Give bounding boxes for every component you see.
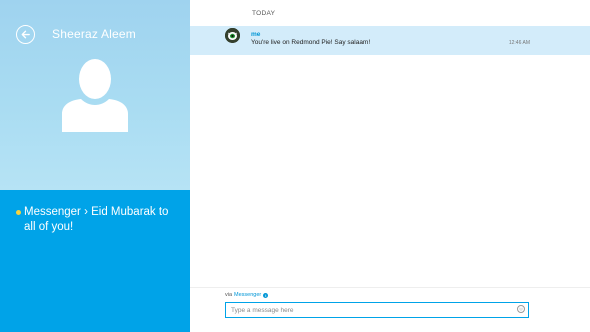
- sender-avatar: [225, 28, 240, 43]
- compose-divider: [190, 287, 590, 288]
- person-silhouette-icon: [62, 59, 128, 132]
- message-text: You're live on Redmond Pie! Say salaam!: [251, 39, 371, 46]
- emoticon-button[interactable]: [517, 305, 525, 313]
- profile-header: Sheeraz Aleem: [0, 0, 190, 190]
- message-sender: me: [251, 31, 261, 38]
- smiley-icon: [519, 307, 523, 311]
- message-row[interactable]: me You're live on Redmond Pie! Say salaa…: [190, 26, 590, 55]
- mood-message: Messenger › Eid Mubarak to all of you!: [24, 206, 169, 233]
- info-icon[interactable]: i: [263, 292, 269, 298]
- contact-name: Sheeraz Aleem: [52, 27, 136, 41]
- contact-panel: Sheeraz Aleem Messenger › Eid Mubarak to…: [0, 0, 190, 332]
- conversation-pane: TODAY me You're live on Redmond Pie! Say…: [190, 0, 590, 332]
- via-label: via: [225, 292, 233, 298]
- message-compose-box: [225, 302, 529, 318]
- mood-message-area: Messenger › Eid Mubarak to all of you!: [0, 190, 190, 332]
- day-header: TODAY: [252, 10, 276, 17]
- via-line: via Messenger i: [225, 292, 269, 298]
- back-button[interactable]: [16, 25, 35, 44]
- via-service-link[interactable]: Messenger: [234, 292, 261, 298]
- status-dot-icon: [16, 210, 21, 215]
- message-input[interactable]: [226, 303, 511, 317]
- message-time: 12:46 AM: [508, 40, 530, 46]
- avatar-image-icon: [225, 28, 240, 43]
- back-arrow-icon: [21, 30, 30, 39]
